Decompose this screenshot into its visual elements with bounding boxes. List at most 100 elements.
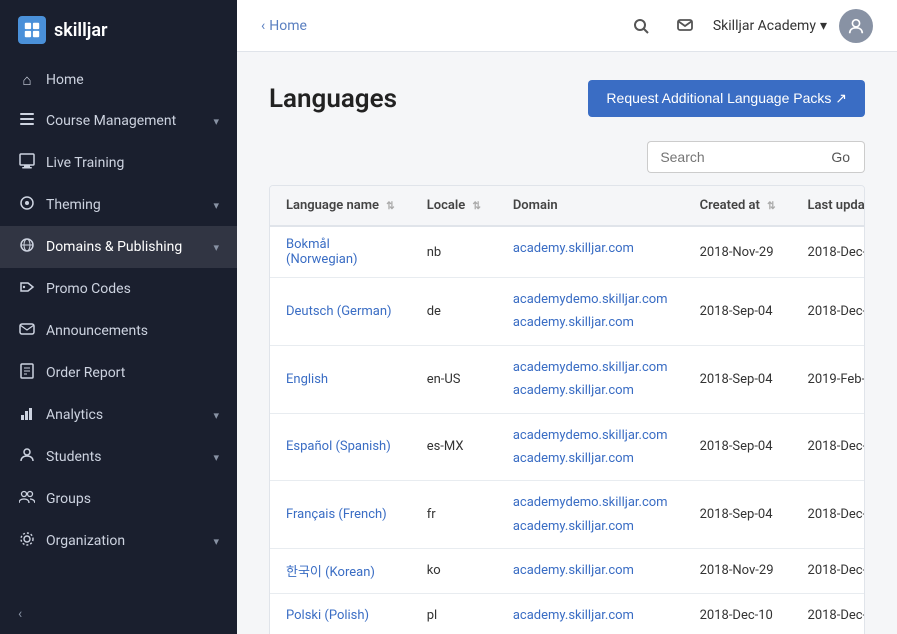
cell-locale: en-US — [411, 345, 497, 413]
domain-link[interactable]: academy.skilljar.com — [513, 379, 668, 402]
search-input[interactable] — [647, 141, 817, 173]
academy-selector[interactable]: Skilljar Academy ▾ — [713, 18, 827, 34]
academy-label: Skilljar Academy — [713, 18, 816, 34]
table-body: Bokmål (Norwegian) nb academy.skilljar.com… — [270, 226, 865, 634]
language-name-link[interactable]: Polski (Polish) — [286, 608, 369, 623]
messages-icon-button[interactable] — [669, 10, 701, 42]
sidebar-item-live-training[interactable]: Live Training — [0, 142, 237, 184]
cell-last-updated: 2018-Dec-10 — [792, 413, 865, 481]
sidebar-item-label-domains-publishing: Domains & Publishing — [46, 239, 203, 255]
col-label-domain: Domain — [513, 198, 558, 213]
domain-link[interactable]: academy.skilljar.com — [513, 237, 668, 260]
sidebar-item-course-management[interactable]: Course Management ▾ — [0, 100, 237, 142]
language-name-link[interactable]: Español (Spanish) — [286, 439, 391, 454]
chevron-down-icon: ▾ — [213, 199, 219, 212]
language-name-link[interactable]: Deutsch (German) — [286, 304, 392, 319]
search-icon-button[interactable] — [625, 10, 657, 42]
col-created-at[interactable]: Created at ⇅ — [684, 186, 792, 226]
sidebar-item-label-theming: Theming — [46, 197, 203, 213]
sidebar-collapse-button[interactable]: ‹ — [0, 594, 237, 634]
cell-created-at: 2018-Sep-04 — [684, 345, 792, 413]
domain-link[interactable]: academydemo.skilljar.com — [513, 424, 668, 447]
sidebar-item-groups[interactable]: Groups — [0, 478, 237, 520]
col-last-updated[interactable]: Last updated ⇅ — [792, 186, 865, 226]
sidebar: skilljar ⌂ Home Course Management ▾ Live… — [0, 0, 237, 634]
chevron-down-icon: ▾ — [213, 451, 219, 464]
cell-created-at: 2018-Sep-04 — [684, 278, 792, 346]
cell-locale: nb — [411, 226, 497, 278]
cell-locale: ko — [411, 549, 497, 593]
live-training-icon — [18, 153, 36, 173]
sidebar-item-label-analytics: Analytics — [46, 407, 203, 423]
domain-link[interactable]: academy.skilljar.com — [513, 515, 668, 538]
cell-created-at: 2018-Dec-10 — [684, 593, 792, 634]
sidebar-item-theming[interactable]: Theming ▾ — [0, 184, 237, 226]
chevron-down-icon: ▾ — [213, 535, 219, 548]
sidebar-item-promo-codes[interactable]: Promo Codes — [0, 268, 237, 310]
language-name-link[interactable]: English — [286, 372, 328, 387]
domain-link[interactable]: academydemo.skilljar.com — [513, 356, 668, 379]
sidebar-item-label-live-training: Live Training — [46, 155, 219, 171]
academy-chevron-icon: ▾ — [820, 18, 827, 34]
cell-language-name: Français (French) — [270, 481, 411, 549]
cell-locale: de — [411, 278, 497, 346]
cell-last-updated: 2018-Dec-10 — [792, 481, 865, 549]
domain-link[interactable]: academy.skilljar.com — [513, 604, 668, 627]
sort-icon-language-name: ⇅ — [386, 201, 394, 212]
search-bar: Go — [269, 141, 865, 173]
sidebar-item-home[interactable]: ⌂ Home — [0, 60, 237, 100]
page-header: Languages Request Additional Language Pa… — [269, 80, 865, 117]
domains-publishing-icon — [18, 237, 36, 257]
sidebar-item-analytics[interactable]: Analytics ▾ — [0, 394, 237, 436]
language-name-link[interactable]: Français (French) — [286, 507, 387, 522]
promo-codes-icon — [18, 279, 36, 299]
request-language-packs-button[interactable]: Request Additional Language Packs ↗ — [588, 80, 865, 117]
language-name-link[interactable]: 한국이 (Korean) — [286, 565, 375, 580]
cell-domain: academy.skilljar.com — [497, 227, 684, 270]
cell-created-at: 2018-Sep-04 — [684, 413, 792, 481]
user-avatar[interactable] — [839, 9, 873, 43]
languages-table: Language name ⇅ Locale ⇅ Domain Created … — [270, 186, 865, 634]
sidebar-item-organization[interactable]: Organization ▾ — [0, 520, 237, 562]
sidebar-item-label-promo-codes: Promo Codes — [46, 281, 219, 297]
breadcrumb-home[interactable]: ‹ Home — [261, 18, 307, 34]
sidebar-item-announcements[interactable]: Announcements — [0, 310, 237, 352]
sidebar-item-label-students: Students — [46, 449, 203, 465]
domain-link[interactable]: academy.skilljar.com — [513, 311, 668, 334]
sidebar-item-label-announcements: Announcements — [46, 323, 219, 339]
chevron-down-icon: ▾ — [213, 115, 219, 128]
groups-icon — [18, 489, 36, 509]
sidebar-item-label-order-report: Order Report — [46, 365, 219, 381]
domain-link[interactable]: academydemo.skilljar.com — [513, 491, 668, 514]
col-label-language-name: Language name — [286, 198, 379, 213]
search-go-button[interactable]: Go — [817, 141, 865, 173]
analytics-icon — [18, 405, 36, 425]
domain-link[interactable]: academy.skilljar.com — [513, 559, 668, 582]
sidebar-item-label-organization: Organization — [46, 533, 203, 549]
sidebar-nav: ⌂ Home Course Management ▾ Live Training… — [0, 60, 237, 562]
col-label-locale: Locale — [427, 198, 466, 213]
col-language-name[interactable]: Language name ⇅ — [270, 186, 411, 226]
cell-domain: academy.skilljar.com — [497, 594, 684, 634]
cell-created-at: 2018-Nov-29 — [684, 226, 792, 278]
sort-icon-locale: ⇅ — [472, 201, 480, 212]
home-icon: ⌂ — [18, 71, 36, 89]
cell-domain: academy.skilljar.com — [497, 549, 684, 592]
cell-locale: pl — [411, 593, 497, 634]
domain-link[interactable]: academydemo.skilljar.com — [513, 288, 668, 311]
sidebar-item-students[interactable]: Students ▾ — [0, 436, 237, 478]
cell-language-name: Español (Spanish) — [270, 413, 411, 481]
app-logo-icon — [18, 16, 46, 44]
domain-link[interactable]: academy.skilljar.com — [513, 447, 668, 470]
table-row: Deutsch (German) de academydemo.skilljar.c… — [270, 278, 865, 346]
students-icon — [18, 447, 36, 467]
language-name-link[interactable]: Bokmål (Norwegian) — [286, 237, 358, 267]
cell-language-name: Bokmål (Norwegian) — [270, 226, 411, 278]
sidebar-item-order-report[interactable]: Order Report — [0, 352, 237, 394]
col-locale[interactable]: Locale ⇅ — [411, 186, 497, 226]
sidebar-logo[interactable]: skilljar — [0, 0, 237, 60]
cell-domain: academydemo.skilljar.comacademy.skilljar… — [497, 346, 684, 413]
cell-created-at: 2018-Nov-29 — [684, 549, 792, 593]
sidebar-item-domains-publishing[interactable]: Domains & Publishing ▾ — [0, 226, 237, 268]
table-row: Bokmål (Norwegian) nb academy.skilljar.com… — [270, 226, 865, 278]
